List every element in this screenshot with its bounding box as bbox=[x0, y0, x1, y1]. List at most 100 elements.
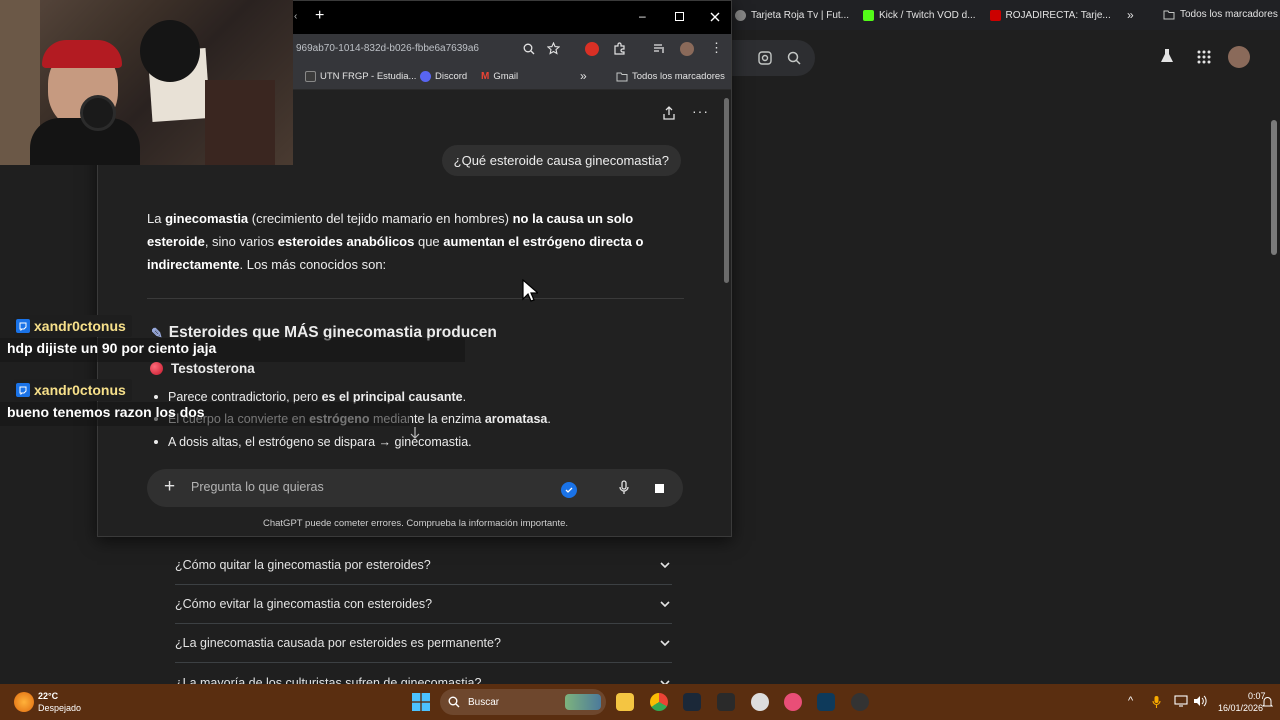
microphone-icon[interactable] bbox=[1152, 695, 1161, 709]
python-icon[interactable] bbox=[817, 693, 835, 711]
temperature[interactable]: 22°C bbox=[38, 691, 58, 701]
share-icon[interactable] bbox=[662, 106, 676, 120]
weather-condition[interactable]: Despejado bbox=[38, 703, 81, 713]
assistant-answer-paragraph: La ginecomastia (crecimiento del tejido … bbox=[147, 207, 647, 276]
headset bbox=[140, 20, 200, 82]
bullet-text: A dosis altas, el estrógeno se dispara →… bbox=[168, 435, 472, 449]
volume-icon[interactable] bbox=[1193, 695, 1207, 707]
utn-icon bbox=[305, 71, 316, 82]
chrome-icon[interactable] bbox=[650, 693, 668, 711]
chevron-down-icon bbox=[658, 636, 672, 650]
windows-taskbar: 22°C Despejado Buscar ^ 0:07 16/01/2026 bbox=[0, 684, 1280, 720]
answer-text: (crecimiento del tejido mamario en hombr… bbox=[248, 211, 513, 226]
red-circle-icon bbox=[150, 362, 163, 375]
media-queue-icon[interactable] bbox=[653, 43, 666, 55]
chat-username: xandr0ctonus bbox=[14, 379, 132, 401]
labs-flask-icon[interactable] bbox=[1160, 48, 1174, 64]
shelf bbox=[205, 80, 275, 165]
search-icon[interactable] bbox=[787, 51, 801, 65]
all-bookmarks-button[interactable]: Todos los marcadores bbox=[616, 71, 725, 82]
bookmarks-overflow-icon[interactable]: » bbox=[1127, 8, 1134, 22]
url-text[interactable]: 969ab70-1014-832d-b026-fbbe6a7639a6 bbox=[296, 43, 479, 54]
maximize-button[interactable] bbox=[675, 12, 684, 21]
obs-icon[interactable] bbox=[851, 693, 869, 711]
bookmark-kick-twitch[interactable]: Kick / Twitch VOD d... bbox=[863, 9, 976, 21]
all-bookmarks-button[interactable]: Todos los marcadores bbox=[1163, 9, 1278, 20]
stream-chat-message: xandr0ctonus hdp dijiste un 90 por cient… bbox=[0, 315, 465, 362]
faq-item[interactable]: ¿Cómo evitar la ginecomastia con esteroi… bbox=[175, 585, 672, 624]
music-icon[interactable] bbox=[784, 693, 802, 711]
microphone bbox=[80, 95, 116, 131]
answer-text: , sino varios bbox=[204, 234, 278, 249]
windows-start-icon[interactable] bbox=[412, 693, 430, 711]
scroll-down-icon[interactable] bbox=[409, 426, 421, 440]
bookmark-discord[interactable]: Discord bbox=[420, 71, 467, 82]
network-icon[interactable] bbox=[1174, 695, 1188, 707]
new-tab-button[interactable]: + bbox=[315, 7, 324, 25]
red-cap bbox=[42, 40, 122, 68]
notification-bell-icon[interactable] bbox=[1262, 696, 1273, 708]
weather-sun-icon[interactable] bbox=[14, 692, 34, 712]
show-hidden-icons[interactable]: ^ bbox=[1128, 695, 1133, 707]
avatar[interactable] bbox=[1228, 46, 1250, 68]
answer-text: que bbox=[414, 234, 444, 249]
bookmark-rojadirecta[interactable]: ROJADIRECTA: Tarje... bbox=[989, 9, 1111, 21]
rojadirecta-icon bbox=[989, 9, 1001, 21]
list-item: A dosis altas, el estrógeno se dispara →… bbox=[154, 435, 472, 449]
clock-date[interactable]: 16/01/2026 bbox=[1218, 703, 1263, 713]
stop-button[interactable] bbox=[645, 474, 673, 502]
background-bookmarks-bar: Tarjeta Roja Tv | Fut... Kick / Twitch V… bbox=[730, 0, 1280, 30]
extensions-puzzle-icon[interactable] bbox=[613, 42, 626, 55]
zoom-icon[interactable] bbox=[523, 43, 535, 55]
apps-grid-icon[interactable] bbox=[1197, 50, 1211, 64]
add-attachment-button[interactable]: + bbox=[164, 476, 175, 498]
background-scrollbar[interactable] bbox=[1268, 84, 1280, 684]
folder-icon bbox=[1163, 10, 1175, 19]
bookmarks-overflow-icon[interactable]: » bbox=[580, 69, 587, 83]
twitch-icon bbox=[16, 319, 30, 333]
tab-scroll-left-icon[interactable]: ‹ bbox=[294, 11, 297, 22]
conversation-scrollbar[interactable] bbox=[721, 90, 731, 536]
steam-icon[interactable] bbox=[683, 693, 701, 711]
microphone-icon[interactable] bbox=[618, 480, 630, 496]
subheading-testosterona: Testosterona bbox=[150, 361, 255, 376]
gmail-icon: M bbox=[481, 71, 490, 82]
tv-icon bbox=[735, 9, 746, 21]
chevron-down-icon bbox=[658, 558, 672, 572]
chat-message-text: bueno tenemos razon los dos bbox=[0, 402, 410, 426]
prompt-input[interactable]: Pregunta lo que quieras bbox=[191, 480, 324, 494]
bullet-text-bold: aromatasa bbox=[484, 412, 548, 426]
discord-icon bbox=[420, 71, 431, 82]
adblock-extension-icon[interactable] bbox=[585, 42, 599, 56]
bookmark-tarjeta-roja[interactable]: Tarjeta Roja Tv | Fut... bbox=[735, 9, 849, 21]
epic-games-icon[interactable] bbox=[717, 693, 735, 711]
background-scroll-thumb[interactable] bbox=[1271, 120, 1277, 255]
folder-icon bbox=[616, 72, 628, 81]
chevron-down-icon bbox=[658, 597, 672, 611]
star-icon[interactable] bbox=[547, 42, 560, 55]
chat-username: xandr0ctonus bbox=[14, 315, 132, 337]
taskbar-search-box[interactable]: Buscar bbox=[440, 689, 606, 715]
app-icon[interactable] bbox=[751, 693, 769, 711]
composer: + Pregunta lo que quieras bbox=[147, 469, 683, 507]
bookmark-utn[interactable]: UTN FRGP - Estudia... bbox=[305, 71, 416, 82]
answer-text: La bbox=[147, 211, 166, 226]
profile-avatar[interactable] bbox=[680, 42, 694, 56]
mouse-cursor-icon bbox=[522, 279, 538, 302]
divider bbox=[147, 298, 684, 299]
chat-message-text: hdp dijiste un 90 por ciento jaja bbox=[0, 338, 465, 362]
faq-item[interactable]: ¿Cómo quitar la ginecomastia por esteroi… bbox=[175, 546, 672, 585]
more-options-icon[interactable]: ··· bbox=[692, 103, 709, 119]
background-toolbar bbox=[730, 30, 1280, 84]
close-button[interactable] bbox=[710, 12, 720, 22]
menu-kebab-icon[interactable]: ⋮ bbox=[710, 40, 723, 56]
lens-icon[interactable] bbox=[757, 50, 773, 66]
file-explorer-icon[interactable] bbox=[616, 693, 634, 711]
bookmark-gmail[interactable]: M Gmail bbox=[481, 71, 518, 82]
conversation-scroll-thumb[interactable] bbox=[724, 98, 729, 283]
bullet-icon bbox=[154, 440, 158, 444]
faq-item[interactable]: ¿La ginecomastia causada por esteroides … bbox=[175, 624, 672, 663]
grammar-check-icon[interactable] bbox=[561, 482, 577, 498]
stop-square-icon bbox=[654, 483, 664, 493]
minimize-button[interactable]: – bbox=[639, 9, 646, 23]
